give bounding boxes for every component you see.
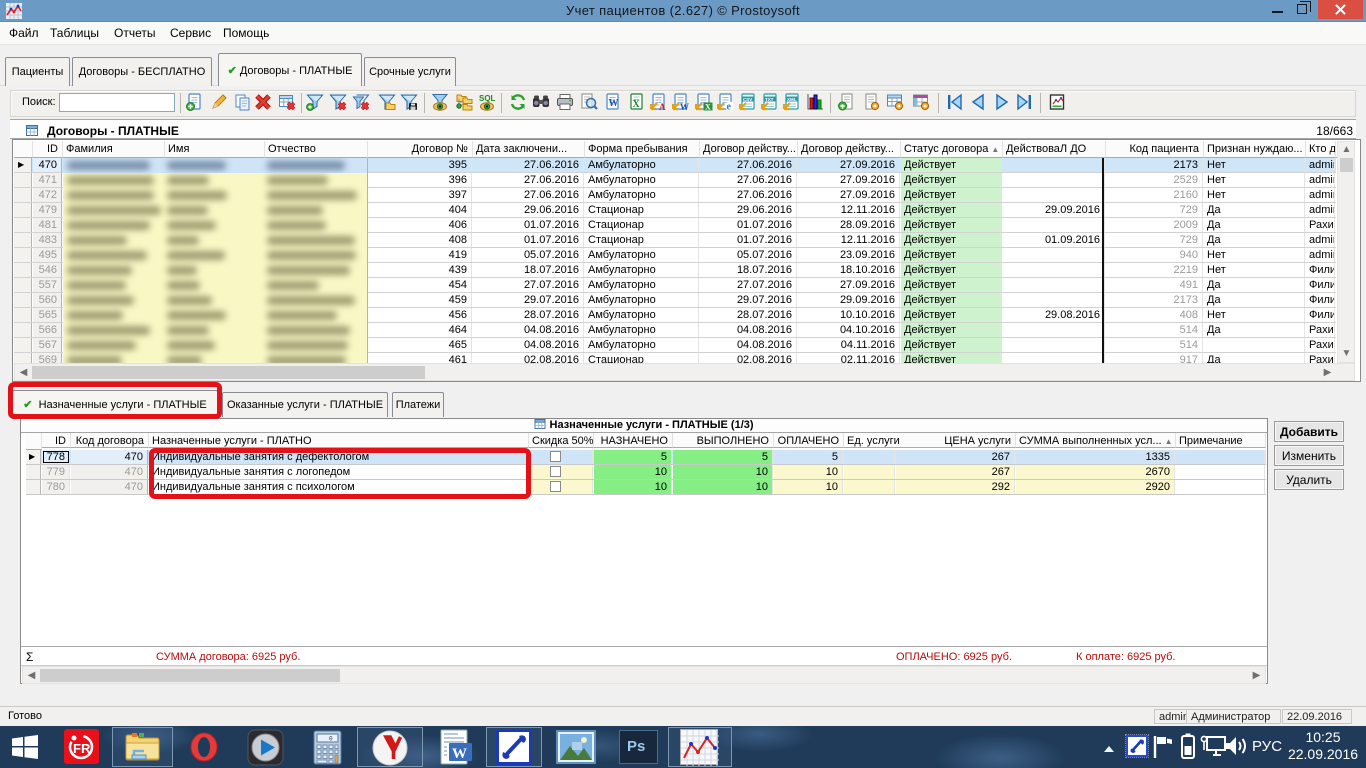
svg-text:X: X <box>633 99 641 110</box>
svg-text:XML: XML <box>787 97 797 102</box>
svg-text:CSV: CSV <box>743 97 752 102</box>
svg-text:A: A <box>659 102 666 111</box>
svg-text:SQL: SQL <box>479 94 496 103</box>
svg-text:FR: FR <box>73 741 91 756</box>
svg-text:X: X <box>705 103 711 112</box>
svg-text:TXT: TXT <box>765 97 774 102</box>
svg-text:W: W <box>680 102 689 111</box>
svg-text:W: W <box>452 746 467 762</box>
svg-text:0: 0 <box>329 736 333 743</box>
svg-text:W: W <box>609 98 619 109</box>
svg-text:e: e <box>727 102 732 112</box>
